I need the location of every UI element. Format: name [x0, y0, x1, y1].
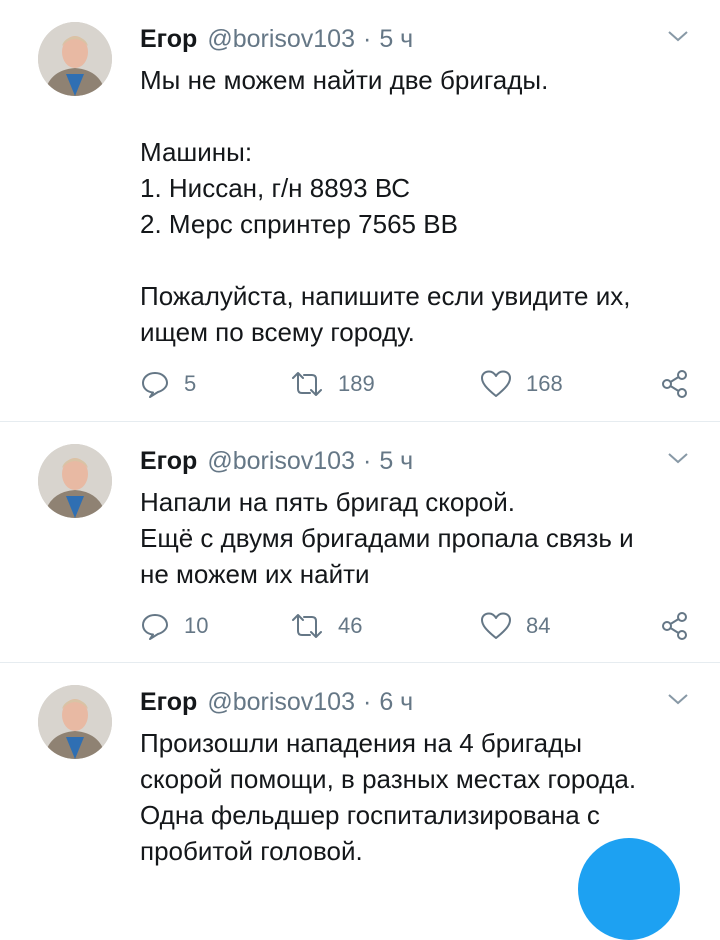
share-button[interactable] [660, 608, 690, 644]
like-button[interactable]: 84 [480, 608, 550, 644]
retweet-icon [292, 372, 322, 396]
chevron-down-icon[interactable] [666, 689, 690, 709]
tweet-text-line: ищем по всему городу. [140, 317, 415, 347]
tweet-text-line: не можем их найти [140, 559, 370, 589]
tweet-timestamp[interactable]: 5 ч [379, 446, 413, 476]
tweet-text-line: Мы не можем найти две бригады. [140, 65, 549, 95]
author-handle[interactable]: @borisov103 [207, 24, 355, 54]
tweet-text-line: скорой помощи, в разных местах города. [140, 764, 637, 794]
tweet-text-line: Пожалуйста, напишите если увидите их, [140, 281, 631, 311]
chevron-down-icon[interactable] [666, 448, 690, 468]
tweet[interactable]: Егор @borisov103 · 5 ч Мы не можем найти… [0, 0, 720, 422]
retweet-button[interactable]: 189 [290, 366, 375, 402]
tweet-text: Мы не можем найти две бригады. Машины: 1… [140, 62, 690, 350]
like-button[interactable]: 168 [480, 366, 563, 402]
tweet[interactable]: Егор @borisov103 · 5 ч Напали на пять бр… [0, 422, 720, 663]
chevron-down-icon[interactable] [666, 26, 690, 46]
reply-count: 10 [184, 613, 209, 638]
timeline: Егор @borisov103 · 5 ч Мы не можем найти… [0, 0, 720, 903]
tweet-header: Егор @borisov103 · 5 ч [140, 24, 690, 54]
tweet-text-line: 1. Ниссан, г/н 8893 ВС [140, 173, 411, 203]
retweet-button[interactable]: 46 [290, 608, 362, 644]
avatar[interactable] [38, 22, 112, 96]
tweet-timestamp[interactable]: 5 ч [379, 24, 413, 54]
author-handle[interactable]: @borisov103 [207, 687, 355, 717]
tweet-text-line [140, 98, 690, 134]
reply-button[interactable]: 5 [140, 366, 196, 402]
tweet-text-line: 2. Мерс спринтер 7565 ВВ [140, 209, 458, 239]
header-separator: · [363, 447, 372, 475]
tweet-text-line: Произошли нападения на 4 бригады [140, 728, 582, 758]
tweet-text-line: Напали на пять бригад скорой. [140, 487, 516, 517]
retweet-count: 46 [338, 613, 363, 638]
compose-button[interactable] [578, 838, 680, 940]
author-name[interactable]: Егор [140, 687, 197, 717]
avatar[interactable] [38, 685, 112, 759]
tweet-text-line: Ещё с двумя бригадами пропала связь и [140, 523, 634, 553]
tweet-actions: 5 189 168 [140, 366, 690, 402]
author-handle[interactable]: @borisov103 [207, 446, 355, 476]
tweet-actions: 10 46 84 [140, 608, 690, 644]
tweet-text-line [140, 242, 690, 278]
tweet-timestamp[interactable]: 6 ч [379, 687, 413, 717]
tweet-header: Егор @borisov103 · 6 ч [140, 687, 690, 717]
like-count: 84 [526, 613, 551, 638]
avatar[interactable] [38, 444, 112, 518]
tweet-header: Егор @borisov103 · 5 ч [140, 446, 690, 476]
author-name[interactable]: Егор [140, 24, 197, 54]
tweet-text: Напали на пять бригад скорой. Ещё с двум… [140, 484, 690, 592]
reply-button[interactable]: 10 [140, 608, 208, 644]
header-separator: · [363, 25, 372, 53]
heart-icon [481, 370, 511, 397]
reply-icon [142, 614, 168, 640]
heart-icon [481, 612, 511, 639]
share-icon [662, 612, 687, 640]
tweet-text-line: Одна фельдшер госпитализирована с [140, 800, 600, 830]
share-button[interactable] [660, 366, 690, 402]
like-count: 168 [526, 371, 563, 396]
author-name[interactable]: Егор [140, 446, 197, 476]
header-separator: · [363, 688, 372, 716]
retweet-count: 189 [338, 371, 375, 396]
reply-count: 5 [184, 371, 197, 396]
reply-icon [142, 372, 168, 398]
share-icon [662, 370, 687, 398]
retweet-icon [292, 614, 322, 638]
tweet-text-line: Машины: [140, 137, 253, 167]
